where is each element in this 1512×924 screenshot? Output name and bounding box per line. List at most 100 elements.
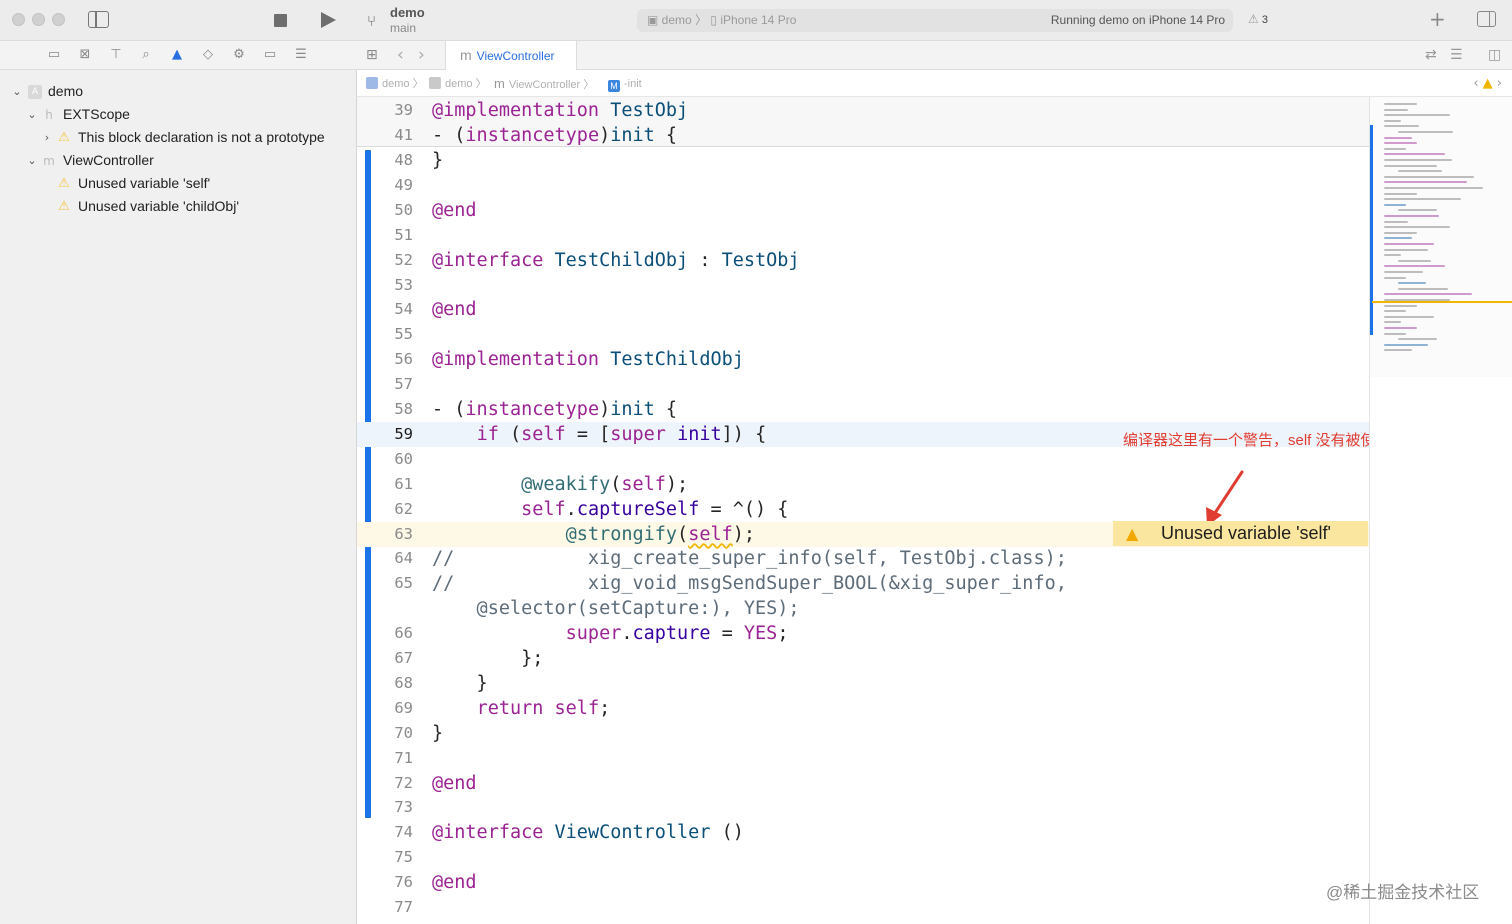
code-line[interactable]: 67 }; <box>357 646 1369 671</box>
line-number[interactable]: 77 <box>371 895 413 920</box>
scheme-name[interactable]: demo <box>390 5 425 20</box>
line-number[interactable]: 61 <box>371 472 413 497</box>
warning-count-badge[interactable]: ⚠ 3 <box>1248 12 1268 26</box>
code-line[interactable]: 41 - (instancetype)init { <box>357 123 1369 148</box>
line-number[interactable]: 48 <box>371 148 413 173</box>
zoom-window-button[interactable] <box>52 13 65 26</box>
tab-viewcontroller[interactable]: m ViewController <box>445 41 577 70</box>
close-window-button[interactable] <box>12 13 25 26</box>
code-text[interactable]: @end <box>432 198 477 223</box>
line-number[interactable]: 60 <box>371 447 413 472</box>
code-line[interactable]: 48} <box>357 148 1369 173</box>
code-text[interactable]: @implementation TestChildObj <box>432 347 744 372</box>
forward-arrow-icon[interactable]: › <box>418 45 425 65</box>
code-text[interactable]: }; <box>432 646 543 671</box>
code-text[interactable]: - (instancetype)init { <box>432 397 677 422</box>
line-number[interactable]: 66 <box>371 621 413 646</box>
code-line[interactable]: 54 @end <box>357 297 1369 322</box>
code-line[interactable]: 76 @end <box>357 870 1369 895</box>
split-editor-icon[interactable]: ◫ <box>1488 47 1501 63</box>
code-text[interactable]: } <box>432 721 443 746</box>
code-line[interactable]: 69 return self; <box>357 696 1369 721</box>
code-line[interactable]: 53 <box>357 273 1369 298</box>
source-control-icon[interactable]: ⊠ <box>77 47 93 63</box>
code-line[interactable]: 58 - (instancetype)init { <box>357 397 1369 422</box>
code-text[interactable]: @end <box>432 297 477 322</box>
search-icon[interactable]: ⌕ <box>138 47 154 63</box>
code-line[interactable]: 57 <box>357 372 1369 397</box>
line-number[interactable]: 63 <box>371 522 413 547</box>
line-number[interactable]: 41 <box>371 123 413 148</box>
line-number[interactable]: 59 <box>371 422 413 447</box>
issue-stepper[interactable]: ‹ ▲ › <box>1473 71 1502 97</box>
issue-navigator-icon[interactable]: ▲ <box>169 47 185 63</box>
line-number[interactable]: 74 <box>371 820 413 845</box>
code-line[interactable]: 66 super.capture = YES; <box>357 621 1369 646</box>
code-text[interactable]: @interface ViewController () <box>432 820 744 845</box>
code-text[interactable]: // xig_create_super_info(self, TestObj.c… <box>432 546 1067 571</box>
code-line[interactable]: 68 } <box>357 671 1369 696</box>
code-text[interactable]: } <box>432 148 443 173</box>
line-number[interactable]: 50 <box>371 198 413 223</box>
line-number[interactable]: 71 <box>371 746 413 771</box>
breakpoint-icon[interactable]: ▭ <box>262 47 278 63</box>
add-icon[interactable]: + <box>1429 7 1446 31</box>
code-line[interactable]: 71 <box>357 746 1369 771</box>
chevron-down-icon[interactable]: ⌄ <box>26 149 38 172</box>
line-number[interactable]: 68 <box>371 671 413 696</box>
line-number[interactable]: 53 <box>371 273 413 298</box>
debug-icon[interactable]: ⚙ <box>231 47 247 63</box>
line-number[interactable]: 76 <box>371 870 413 895</box>
code-line[interactable]: 50 @end <box>357 198 1369 223</box>
scheme-destination[interactable]: ▣ demo 〉 ▯ iPhone 14 Pro <box>647 9 796 32</box>
tree-row-file[interactable]: ⌄ m ViewController <box>0 149 357 172</box>
code-line[interactable]: 72 @end <box>357 771 1369 796</box>
line-number[interactable]: 70 <box>371 721 413 746</box>
folder-icon[interactable]: ▭ <box>46 47 62 63</box>
line-number[interactable]: 65 <box>371 571 413 596</box>
chevron-right-icon[interactable]: › <box>41 126 53 149</box>
code-line[interactable]: @selector(setCapture:), YES); <box>357 596 1369 621</box>
line-number[interactable]: 51 <box>371 223 413 248</box>
code-text[interactable]: @end <box>432 870 477 895</box>
tree-row-warning[interactable]: › ⚠ This block declaration is not a prot… <box>0 126 357 149</box>
line-number[interactable]: 69 <box>371 696 413 721</box>
line-number[interactable]: 52 <box>371 248 413 273</box>
tree-row-file[interactable]: ⌄ h EXTScope <box>0 103 357 126</box>
line-number[interactable]: 67 <box>371 646 413 671</box>
code-text[interactable]: - (instancetype)init { <box>432 123 677 148</box>
code-line[interactable]: 52 @interface TestChildObj : TestObj <box>357 248 1369 273</box>
minimap[interactable] <box>1369 97 1512 377</box>
line-number[interactable]: 62 <box>371 497 413 522</box>
run-icon[interactable] <box>321 12 336 28</box>
jumpbar-item[interactable]: demo 〉 <box>366 71 424 97</box>
symbol-icon[interactable]: ⊤ <box>108 47 124 63</box>
stop-icon[interactable] <box>274 14 287 27</box>
code-line[interactable]: 64 // xig_create_super_info(self, TestObj… <box>357 546 1369 571</box>
chevron-down-icon[interactable]: ⌄ <box>11 80 23 103</box>
line-number[interactable]: 64 <box>371 546 413 571</box>
code-text[interactable]: // xig_void_msgSendSuper_BOOL(&xig_super… <box>432 571 1067 596</box>
line-number[interactable]: 75 <box>371 845 413 870</box>
code-text[interactable]: @end <box>432 771 477 796</box>
code-line[interactable]: 39 @implementation TestObj <box>357 98 1369 123</box>
code-line[interactable]: 70} <box>357 721 1369 746</box>
code-line[interactable]: 77 <box>357 895 1369 920</box>
editor-options-icon[interactable]: ☰ <box>1450 47 1463 63</box>
code-text[interactable]: return self; <box>432 696 611 721</box>
code-line[interactable]: 56 @implementation TestChildObj <box>357 347 1369 372</box>
report-icon[interactable]: ☰ <box>293 47 309 63</box>
line-number[interactable]: 54 <box>371 297 413 322</box>
line-number[interactable]: 55 <box>371 322 413 347</box>
code-text[interactable]: @implementation TestObj <box>432 98 688 123</box>
swap-icon[interactable]: ⇄ <box>1425 47 1437 63</box>
tree-row-warning[interactable]: ⚠ Unused variable 'childObj' <box>0 195 357 218</box>
jumpbar-item[interactable]: M -init <box>608 71 642 97</box>
code-text[interactable]: @strongify(self); <box>432 522 755 547</box>
code-line[interactable]: 74 @interface ViewController () <box>357 820 1369 845</box>
line-number[interactable]: 56 <box>371 347 413 372</box>
minimap-empty-area[interactable] <box>1369 377 1512 924</box>
line-number[interactable]: 73 <box>371 795 413 820</box>
chevron-down-icon[interactable]: ⌄ <box>26 103 38 126</box>
code-text[interactable]: super.capture = YES; <box>432 621 789 646</box>
